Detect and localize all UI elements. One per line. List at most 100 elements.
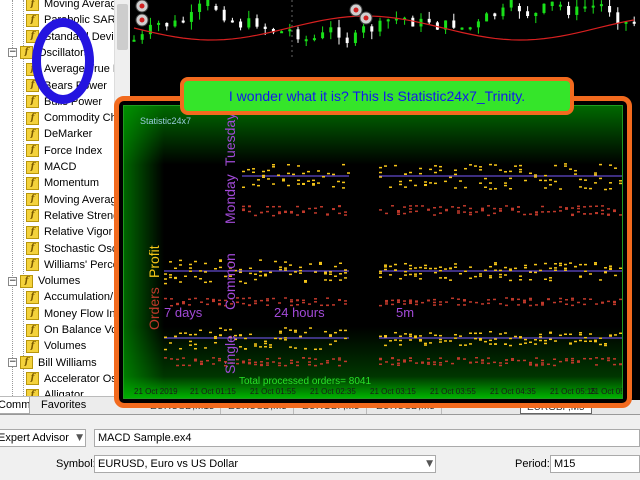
collapse-icon[interactable]: − bbox=[8, 48, 17, 58]
stat-dot bbox=[454, 333, 457, 336]
stat-dot bbox=[344, 272, 347, 274]
candle-body bbox=[304, 39, 308, 42]
stat-dot bbox=[544, 262, 547, 265]
stat-dot bbox=[444, 340, 447, 342]
stat-dot bbox=[266, 362, 269, 364]
collapse-icon[interactable]: − bbox=[8, 276, 17, 286]
stat-dot bbox=[282, 178, 285, 180]
stat-dot bbox=[326, 362, 329, 364]
stat-dot bbox=[319, 263, 322, 265]
stat-dot bbox=[489, 265, 492, 268]
stat-dot bbox=[505, 297, 508, 299]
indicator-item[interactable]: f Moving Average bbox=[26, 0, 123, 12]
stat-dot bbox=[218, 359, 221, 362]
stat-dot bbox=[329, 273, 332, 275]
stat-dot bbox=[409, 339, 412, 341]
stat-dot bbox=[391, 363, 394, 366]
stat-dot bbox=[289, 273, 292, 276]
stat-dot bbox=[414, 335, 417, 337]
stat-dot bbox=[174, 267, 177, 270]
stat-dot bbox=[499, 210, 502, 212]
period-select[interactable]: M15 bbox=[550, 455, 640, 473]
stat-dot bbox=[494, 262, 497, 264]
stat-dot bbox=[613, 209, 616, 211]
stat-dot bbox=[397, 362, 400, 365]
stat-dot bbox=[248, 210, 251, 213]
stat-dot bbox=[324, 279, 327, 281]
stat-dot bbox=[379, 171, 382, 174]
stat-dot bbox=[541, 359, 544, 362]
stat-dot bbox=[499, 333, 502, 335]
stat-dot bbox=[170, 358, 173, 360]
time-tick: 21 Oct 05:55 bbox=[590, 387, 622, 396]
collapse-icon[interactable]: − bbox=[8, 358, 17, 368]
stat-dot bbox=[397, 210, 400, 212]
item-label: Force Index bbox=[44, 144, 103, 157]
stat-dot bbox=[252, 168, 255, 170]
stat-dot bbox=[324, 273, 327, 275]
stat-dot bbox=[244, 348, 247, 350]
stat-dot bbox=[204, 262, 207, 265]
stat-dot bbox=[547, 363, 550, 366]
item-label: Alligator bbox=[44, 389, 84, 396]
scrollbar-thumb[interactable] bbox=[117, 4, 128, 50]
stat-dot bbox=[544, 179, 547, 182]
stat-dot bbox=[184, 275, 187, 278]
stat-dot bbox=[199, 329, 202, 332]
stat-dot bbox=[182, 301, 185, 303]
stat-dot bbox=[277, 174, 280, 176]
tree-folder[interactable]: − f Volumes bbox=[8, 273, 80, 289]
tab-common[interactable]: Common bbox=[0, 397, 30, 414]
total-processed-orders: Total processed orders= 8041 bbox=[239, 376, 372, 387]
stat-dot bbox=[297, 165, 300, 167]
stat-dot bbox=[523, 359, 526, 362]
tab-common-label: Common bbox=[0, 399, 30, 411]
expert-type-select[interactable]: Expert Advisor ▼ bbox=[0, 429, 86, 447]
stat-dot bbox=[189, 344, 192, 346]
stat-dot bbox=[206, 359, 209, 362]
stat-dot bbox=[204, 281, 207, 284]
indicator-item[interactable]: f DeMarker bbox=[26, 126, 92, 142]
stat-dot bbox=[529, 297, 532, 300]
stat-dot bbox=[544, 278, 547, 281]
stat-dot bbox=[577, 301, 580, 304]
indicator-item[interactable]: f Volumes bbox=[26, 338, 86, 354]
symbol-select[interactable]: EURUSD, Euro vs US Dollar ▼ bbox=[94, 455, 436, 473]
indicator-item[interactable]: f Alligator bbox=[26, 387, 84, 396]
stat-dot bbox=[332, 173, 335, 176]
stat-dot bbox=[267, 169, 270, 172]
stat-dot bbox=[599, 343, 602, 346]
stat-dot bbox=[194, 360, 197, 362]
statistic-panel-frame: Statistic24x7 Tuesday Monday Profit Orde… bbox=[114, 96, 632, 408]
stat-dot bbox=[242, 297, 245, 300]
expert-file-field[interactable]: MACD Sample.ex4 bbox=[94, 429, 640, 447]
stat-dot bbox=[344, 300, 347, 302]
stat-dot bbox=[489, 188, 492, 190]
stat-dot bbox=[517, 206, 520, 208]
stat-dot bbox=[584, 187, 587, 189]
stat-dot bbox=[338, 359, 341, 361]
stat-dot bbox=[399, 183, 402, 186]
indicator-item[interactable]: f MACD bbox=[26, 159, 76, 175]
stat-dot bbox=[262, 170, 265, 173]
stat-dot bbox=[204, 347, 207, 349]
stat-dot bbox=[239, 346, 242, 348]
stat-dot bbox=[415, 210, 418, 213]
stat-dot bbox=[589, 273, 592, 275]
stat-dot bbox=[481, 207, 484, 210]
indicator-item[interactable]: f Momentum bbox=[26, 175, 99, 191]
tree-folder[interactable]: − f Bill Williams bbox=[8, 355, 97, 371]
tab-favorites[interactable]: Favorites bbox=[36, 397, 91, 414]
stat-dot bbox=[290, 210, 293, 213]
stat-dot bbox=[317, 170, 320, 172]
indicator-icon: f bbox=[26, 176, 39, 190]
indicator-item[interactable]: f Force Index bbox=[26, 143, 102, 159]
stat-dot bbox=[571, 297, 574, 300]
stat-dot bbox=[589, 357, 592, 360]
stat-dot bbox=[269, 346, 272, 348]
stat-dot bbox=[320, 363, 323, 365]
moving-average-line bbox=[133, 15, 635, 41]
stat-dot bbox=[529, 299, 532, 301]
stat-dot bbox=[429, 342, 432, 344]
stat-dot bbox=[409, 211, 412, 213]
